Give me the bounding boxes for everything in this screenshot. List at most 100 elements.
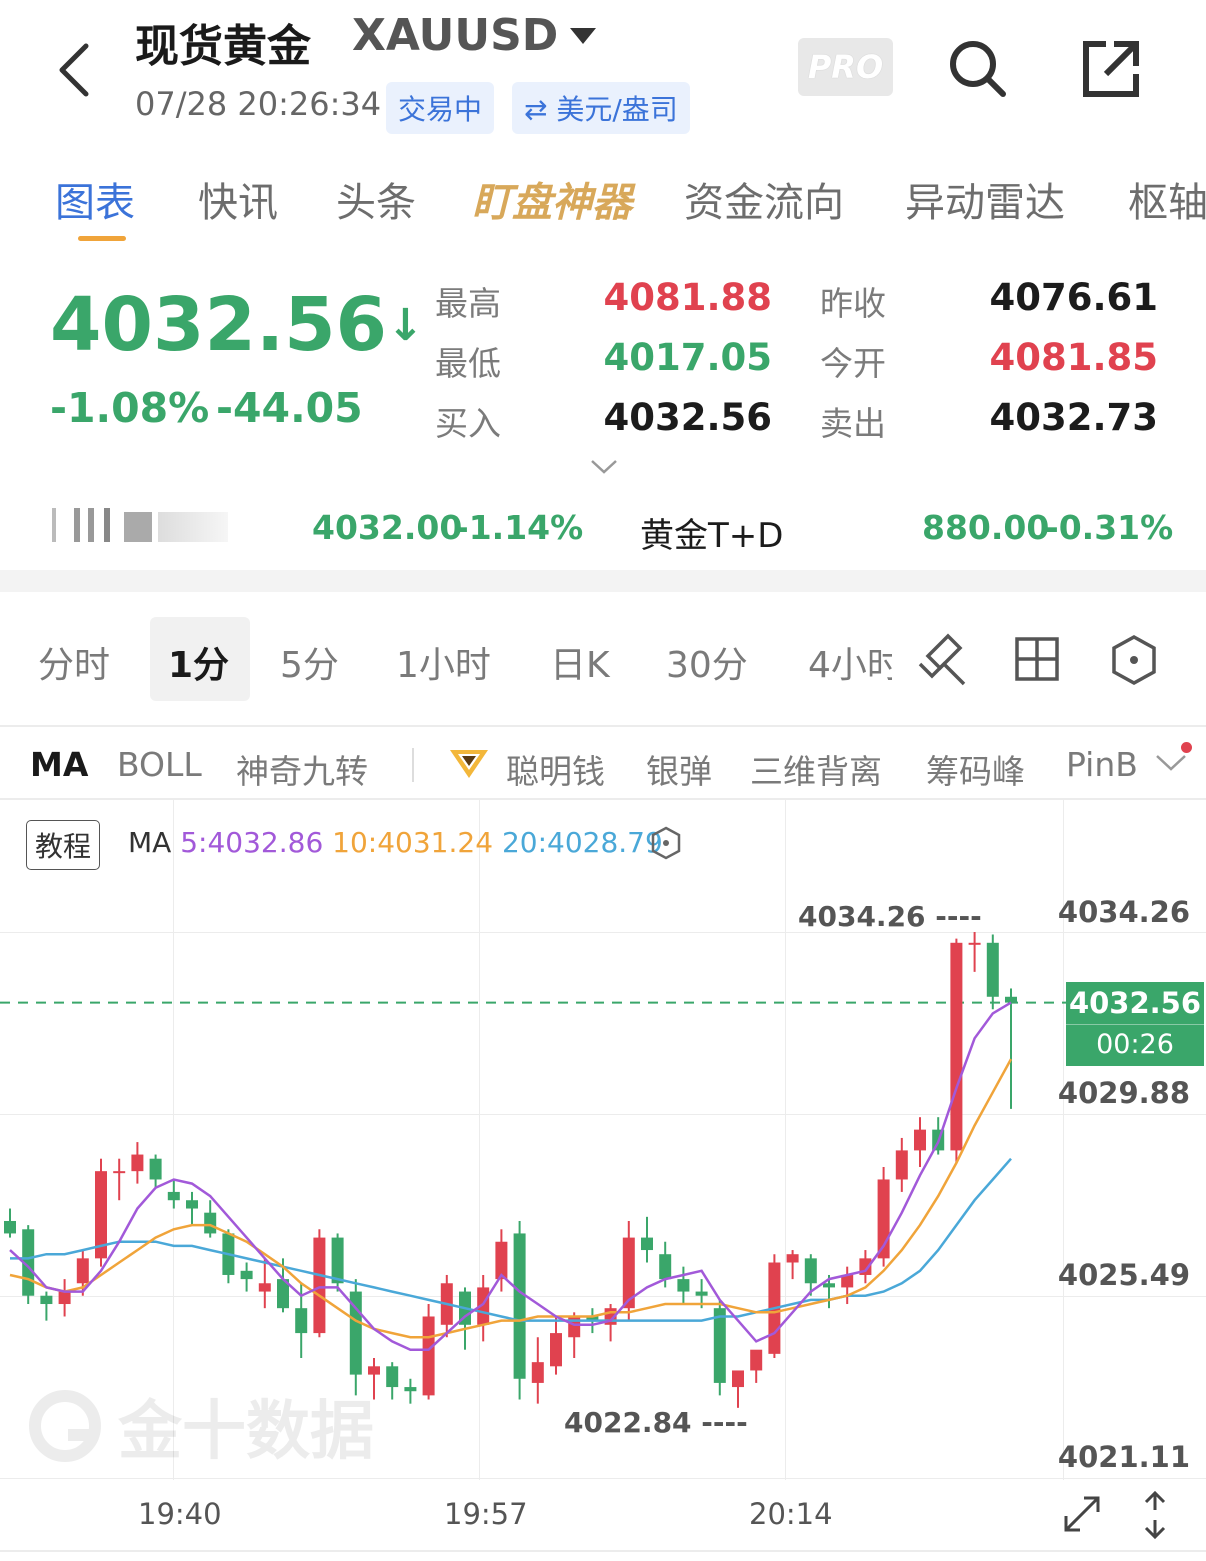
candle-body bbox=[331, 1237, 344, 1284]
prev-close-label: 昨收 bbox=[820, 284, 886, 323]
symbol-selector[interactable]: XAUUSD bbox=[352, 10, 598, 61]
candle-body bbox=[986, 942, 999, 997]
indicator-chip-peak[interactable]: 筹码峰 bbox=[926, 745, 1025, 793]
expand-diagonal-icon bbox=[1064, 1496, 1100, 1532]
price-value: 4032.56 bbox=[50, 282, 388, 368]
draw-tool-button[interactable] bbox=[914, 630, 970, 692]
candle-body bbox=[641, 1237, 653, 1251]
period-timeshare[interactable]: 分时 bbox=[38, 636, 110, 688]
candle bbox=[313, 1229, 326, 1338]
indicator-pinbar: PinB bbox=[1066, 745, 1138, 784]
period-1hour[interactable]: 1小时 bbox=[396, 636, 491, 688]
expand-quote-button[interactable] bbox=[590, 458, 618, 480]
fullscreen-button[interactable] bbox=[1060, 1492, 1104, 1540]
vertical-scale-button[interactable] bbox=[1140, 1490, 1170, 1544]
candle bbox=[550, 1316, 562, 1375]
candle-body bbox=[823, 1283, 835, 1288]
candle-body bbox=[713, 1308, 726, 1383]
candle-body bbox=[531, 1362, 544, 1383]
period-4hour-clip[interactable]: 4小时 bbox=[808, 636, 892, 686]
open-label: 今开 bbox=[820, 344, 886, 383]
chevron-left-icon bbox=[59, 43, 89, 97]
tab-headlines[interactable]: 头条 bbox=[336, 170, 416, 228]
candlestick-chart[interactable] bbox=[0, 800, 1206, 1480]
back-button[interactable] bbox=[50, 40, 100, 100]
tab-capital-flow[interactable]: 资金流向 bbox=[684, 170, 844, 228]
candle bbox=[167, 1179, 180, 1209]
caret-down-icon bbox=[570, 27, 597, 44]
candle bbox=[240, 1262, 253, 1292]
candle bbox=[58, 1279, 71, 1317]
low-label: 最低 bbox=[435, 344, 501, 383]
candle bbox=[22, 1225, 35, 1305]
current-price: 4032.56↓ bbox=[50, 282, 424, 368]
candle-body bbox=[404, 1387, 417, 1392]
y-tick-label: 4034.26 bbox=[1057, 895, 1190, 929]
related-a-price: 4032.00 bbox=[312, 508, 463, 547]
candle-body bbox=[76, 1258, 89, 1284]
candle-body bbox=[732, 1370, 744, 1388]
x-tick-label: 19:57 bbox=[444, 1497, 528, 1531]
indicator-magic-nine[interactable]: 神奇九转 bbox=[236, 745, 368, 793]
indicator-pinbar-clip[interactable]: PinB bbox=[1066, 745, 1144, 789]
period-30min[interactable]: 30分 bbox=[666, 636, 748, 688]
candle bbox=[677, 1266, 690, 1305]
candle bbox=[459, 1287, 471, 1350]
ask-label: 卖出 bbox=[820, 404, 886, 443]
indicator-silver-bullet[interactable]: 银弹 bbox=[646, 745, 712, 793]
candle bbox=[95, 1158, 107, 1267]
unit-badge[interactable]: ⇄ 美元/盎司 bbox=[512, 82, 690, 134]
pro-button[interactable]: PRO bbox=[798, 38, 893, 96]
candle-body bbox=[368, 1366, 380, 1375]
indicator-smart-money[interactable]: 聪明钱 bbox=[506, 745, 605, 793]
search-icon bbox=[950, 41, 1006, 97]
indicator-ma[interactable]: MA bbox=[30, 745, 88, 784]
layout-button[interactable] bbox=[1014, 636, 1060, 686]
related-b-name[interactable]: 黄金T+D bbox=[640, 508, 783, 557]
bid-value: 4032.56 bbox=[603, 396, 772, 439]
candle bbox=[841, 1266, 854, 1305]
session-low-marker: 4022.84 ---- bbox=[564, 1406, 748, 1439]
y-tick-label: 4021.11 bbox=[1057, 1440, 1190, 1474]
candle-body bbox=[295, 1308, 308, 1334]
high-value: 4081.88 bbox=[603, 276, 772, 319]
related-instrument-name-blurred[interactable] bbox=[48, 508, 238, 542]
search-button[interactable] bbox=[945, 36, 1009, 104]
tab-pivot[interactable]: 枢轴 bbox=[1128, 170, 1206, 228]
period-5min[interactable]: 5分 bbox=[280, 636, 339, 688]
candle-body bbox=[204, 1212, 217, 1234]
bid-label: 买入 bbox=[435, 404, 501, 443]
candle-body bbox=[914, 1129, 926, 1151]
candle bbox=[641, 1216, 653, 1263]
candle bbox=[404, 1378, 417, 1404]
period-bar-divider bbox=[0, 725, 1206, 727]
period-1min[interactable]: 1分 bbox=[168, 636, 229, 688]
candle-body bbox=[186, 1200, 198, 1209]
candle bbox=[349, 1279, 362, 1396]
candle bbox=[750, 1349, 763, 1383]
indicator-expand-button[interactable] bbox=[1154, 752, 1188, 778]
datetime: 07/28 20:26:34 bbox=[135, 85, 382, 123]
share-button[interactable] bbox=[1080, 38, 1142, 104]
related-b-percent: -0.31% bbox=[1045, 508, 1174, 547]
candle-body bbox=[950, 942, 963, 1151]
period-4hour: 4小时 bbox=[808, 645, 892, 686]
candle-body bbox=[804, 1258, 817, 1284]
candle-body bbox=[550, 1333, 562, 1367]
tab-monitor[interactable]: 盯盘神器 bbox=[472, 170, 632, 228]
period-daily[interactable]: 日K bbox=[550, 636, 610, 688]
indicator-boll[interactable]: BOLL bbox=[117, 745, 202, 784]
candle-body bbox=[313, 1237, 326, 1334]
candle-body bbox=[40, 1295, 53, 1305]
indicator-3d-divergence[interactable]: 三维背离 bbox=[750, 745, 882, 793]
high-label: 最高 bbox=[435, 284, 501, 323]
low-value: 4017.05 bbox=[603, 336, 772, 379]
tab-flash-news[interactable]: 快讯 bbox=[198, 170, 278, 228]
related-a-percent: -1.14% bbox=[455, 508, 584, 547]
tab-radar[interactable]: 异动雷达 bbox=[905, 170, 1065, 228]
chart-settings-button[interactable] bbox=[1110, 634, 1158, 690]
new-dot-badge bbox=[1181, 742, 1192, 753]
tab-chart[interactable]: 图表 bbox=[55, 170, 135, 228]
candle bbox=[950, 938, 963, 1163]
candle bbox=[531, 1337, 544, 1404]
